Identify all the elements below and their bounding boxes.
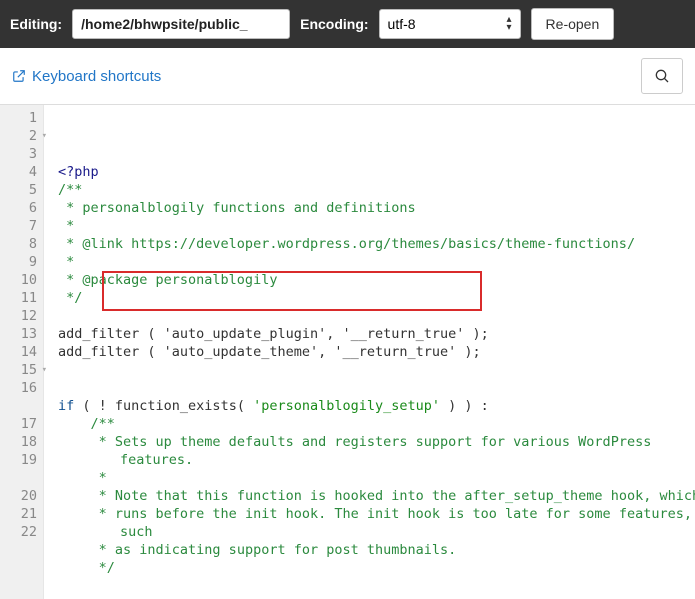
code-line[interactable]: /** [58,415,695,433]
line-number: 8 [10,235,37,253]
line-number: 14 [10,343,37,361]
reopen-button[interactable]: Re-open [531,8,615,40]
line-number: 18 [10,433,37,451]
code-line[interactable]: * as indicating support for post thumbna… [58,541,695,559]
line-number: 10 [10,271,37,289]
code-editor[interactable]: 12345678910111213141516171819202122 <?ph… [0,105,695,599]
code-line[interactable] [58,361,695,379]
code-line[interactable]: * [58,469,695,487]
code-line[interactable]: add_filter ( 'auto_update_plugin', '__re… [58,325,695,343]
select-arrows-icon: ▴▾ [507,16,512,32]
line-number: 19 [10,451,37,469]
code-line[interactable]: /** [58,181,695,199]
line-number: 6 [10,199,37,217]
code-line[interactable]: * [58,217,695,235]
line-number [10,397,37,415]
encoding-label: Encoding: [300,16,368,32]
search-icon [654,68,670,84]
code-line[interactable] [58,307,695,325]
line-number: 15 [10,361,37,379]
line-number: 7 [10,217,37,235]
search-button[interactable] [641,58,683,94]
keyboard-shortcuts-link[interactable]: Keyboard shortcuts [12,68,161,85]
external-link-icon [12,69,26,83]
line-number: 4 [10,163,37,181]
line-number: 13 [10,325,37,343]
line-number: 1 [10,109,37,127]
editor-topbar: Editing: Encoding: utf-8 ▴▾ Re-open [0,0,695,48]
line-number: 20 [10,487,37,505]
line-number: 17 [10,415,37,433]
code-line[interactable] [58,379,695,397]
line-number: 12 [10,307,37,325]
line-number: 21 [10,505,37,523]
line-number: 9 [10,253,37,271]
code-line[interactable]: * personalblogily functions and definiti… [58,199,695,217]
encoding-select[interactable]: utf-8 ▴▾ [379,9,521,39]
keyboard-shortcuts-label: Keyboard shortcuts [32,68,161,85]
line-number: 11 [10,289,37,307]
line-number: 3 [10,145,37,163]
line-number-gutter: 12345678910111213141516171819202122 [0,105,44,599]
line-number: 2 [10,127,37,145]
line-number: 22 [10,523,37,541]
editing-label: Editing: [10,16,62,32]
line-number: 5 [10,181,37,199]
code-line[interactable]: * @package personalblogily [58,271,695,289]
code-line[interactable]: such [58,523,695,541]
code-line[interactable]: features. [58,451,695,469]
editor-subbar: Keyboard shortcuts [0,48,695,105]
code-line[interactable]: * [58,253,695,271]
encoding-value: utf-8 [388,16,416,32]
file-path-input[interactable] [72,9,290,39]
line-number [10,469,37,487]
code-line[interactable]: */ [58,289,695,307]
code-line[interactable]: * runs before the init hook. The init ho… [58,505,695,523]
code-line[interactable]: add_filter ( 'auto_update_theme', '__ret… [58,343,695,361]
code-line[interactable]: */ [58,559,695,577]
code-line[interactable]: <?php [58,163,695,181]
code-line[interactable]: * @link https://developer.wordpress.org/… [58,235,695,253]
code-line[interactable]: * Sets up theme defaults and registers s… [58,433,695,451]
code-content[interactable]: <?php/** * personalblogily functions and… [44,105,695,599]
code-line[interactable]: if ( ! function_exists( 'personalblogily… [58,397,695,415]
code-line[interactable]: * Note that this function is hooked into… [58,487,695,505]
line-number: 16 [10,379,37,397]
code-line[interactable] [58,577,695,595]
